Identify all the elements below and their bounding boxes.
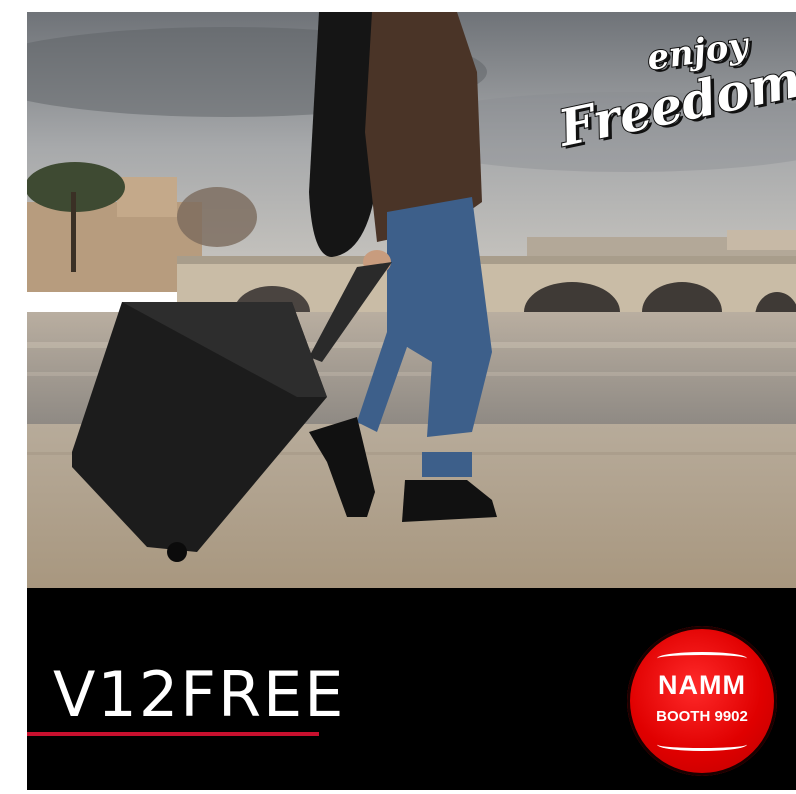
badge-swoosh-bottom: [657, 738, 747, 751]
suitcase-wheel: [167, 542, 187, 562]
product-name: V12FREE: [53, 658, 346, 731]
badge-title: NAMM: [658, 670, 746, 700]
product-underline: [27, 732, 319, 736]
image-frame: enjoy Freedom V12FREE NAMM BOOTH 9902: [27, 12, 796, 790]
badge-swoosh-top: [657, 652, 747, 665]
lifestyle-photo: enjoy Freedom: [27, 12, 796, 588]
namm-booth-badge: NAMM BOOTH 9902: [627, 626, 777, 776]
badge-booth: BOOTH 9902: [656, 708, 748, 725]
promo-bar: V12FREE NAMM BOOTH 9902: [27, 588, 796, 790]
